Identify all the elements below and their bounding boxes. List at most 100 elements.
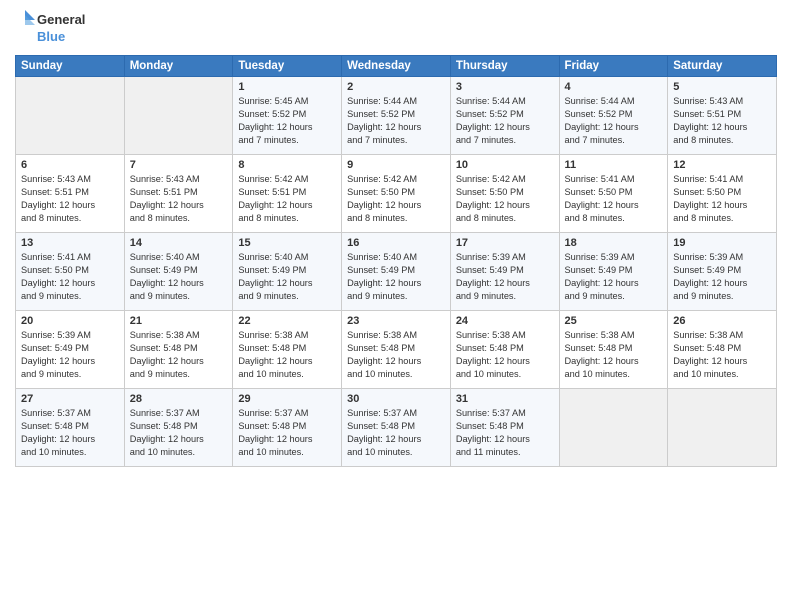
header-wednesday: Wednesday <box>342 56 451 77</box>
cell-w4-d5: 25 Sunrise: 5:38 AMSunset: 5:48 PMDayligh… <box>559 311 668 389</box>
header-row: SundayMondayTuesdayWednesdayThursdayFrid… <box>16 56 777 77</box>
day-number: 17 <box>456 237 554 249</box>
cell-w2-d6: 12 Sunrise: 5:41 AMSunset: 5:50 PMDayligh… <box>668 155 777 233</box>
day-number: 31 <box>456 393 554 405</box>
day-number: 11 <box>565 159 663 171</box>
day-number: 5 <box>673 81 771 93</box>
day-number: 14 <box>130 237 228 249</box>
cell-w2-d1: 7Sunrise: 5:43 AMSunset: 5:51 PMDaylight… <box>124 155 233 233</box>
day-number: 12 <box>673 159 771 171</box>
cell-w1-d6: 5 Sunrise: 5:43 AMSunset: 5:51 PMDaylight… <box>668 77 777 155</box>
week-row-2: 6Sunrise: 5:43 AMSunset: 5:51 PMDaylight… <box>16 155 777 233</box>
cell-info: Sunrise: 5:38 AMSunset: 5:48 PMDaylight:… <box>673 329 771 381</box>
week-row-5: 27 Sunrise: 5:37 AMSunset: 5:48 PMDayligh… <box>16 389 777 467</box>
cell-w5-d6 <box>668 389 777 467</box>
cell-info: Sunrise: 5:38 AMSunset: 5:48 PMDaylight:… <box>238 329 336 381</box>
cell-info: Sunrise: 5:40 AMSunset: 5:49 PMDaylight:… <box>238 251 336 303</box>
day-number: 15 <box>238 237 336 249</box>
page: General Blue SundayMondayTuesdayWednesda… <box>0 0 792 612</box>
header: General Blue <box>15 10 777 47</box>
day-number: 24 <box>456 315 554 327</box>
day-number: 3 <box>456 81 554 93</box>
day-number: 20 <box>21 315 119 327</box>
logo: General Blue <box>15 10 85 47</box>
day-number: 8 <box>238 159 336 171</box>
cell-info: Sunrise: 5:37 AMSunset: 5:48 PMDaylight:… <box>21 407 119 459</box>
cell-w2-d5: 11 Sunrise: 5:41 AMSunset: 5:50 PMDayligh… <box>559 155 668 233</box>
day-number: 30 <box>347 393 445 405</box>
cell-info: Sunrise: 5:41 AMSunset: 5:50 PMDaylight:… <box>673 173 771 225</box>
cell-w5-d0: 27 Sunrise: 5:37 AMSunset: 5:48 PMDayligh… <box>16 389 125 467</box>
cell-info: Sunrise: 5:44 AMSunset: 5:52 PMDaylight:… <box>347 95 445 147</box>
week-row-4: 20 Sunrise: 5:39 AMSunset: 5:49 PMDayligh… <box>16 311 777 389</box>
day-number: 29 <box>238 393 336 405</box>
day-number: 4 <box>565 81 663 93</box>
cell-w5-d3: 30 Sunrise: 5:37 AMSunset: 5:48 PMDayligh… <box>342 389 451 467</box>
calendar-table: SundayMondayTuesdayWednesdayThursdayFrid… <box>15 55 777 467</box>
cell-w4-d0: 20 Sunrise: 5:39 AMSunset: 5:49 PMDayligh… <box>16 311 125 389</box>
cell-w3-d1: 14 Sunrise: 5:40 AMSunset: 5:49 PMDayligh… <box>124 233 233 311</box>
day-number: 25 <box>565 315 663 327</box>
day-number: 16 <box>347 237 445 249</box>
header-tuesday: Tuesday <box>233 56 342 77</box>
cell-info: Sunrise: 5:43 AMSunset: 5:51 PMDaylight:… <box>673 95 771 147</box>
cell-info: Sunrise: 5:41 AMSunset: 5:50 PMDaylight:… <box>21 251 119 303</box>
cell-info: Sunrise: 5:39 AMSunset: 5:49 PMDaylight:… <box>456 251 554 303</box>
cell-info: Sunrise: 5:41 AMSunset: 5:50 PMDaylight:… <box>565 173 663 225</box>
day-number: 28 <box>130 393 228 405</box>
cell-info: Sunrise: 5:39 AMSunset: 5:49 PMDaylight:… <box>565 251 663 303</box>
cell-info: Sunrise: 5:44 AMSunset: 5:52 PMDaylight:… <box>565 95 663 147</box>
cell-w4-d6: 26Sunrise: 5:38 AMSunset: 5:48 PMDayligh… <box>668 311 777 389</box>
cell-w5-d1: 28 Sunrise: 5:37 AMSunset: 5:48 PMDayligh… <box>124 389 233 467</box>
cell-info: Sunrise: 5:37 AMSunset: 5:48 PMDaylight:… <box>347 407 445 459</box>
cell-w3-d2: 15 Sunrise: 5:40 AMSunset: 5:49 PMDayligh… <box>233 233 342 311</box>
day-number: 10 <box>456 159 554 171</box>
cell-w2-d2: 8Sunrise: 5:42 AMSunset: 5:51 PMDaylight… <box>233 155 342 233</box>
cell-info: Sunrise: 5:39 AMSunset: 5:49 PMDaylight:… <box>21 329 119 381</box>
day-number: 6 <box>21 159 119 171</box>
cell-info: Sunrise: 5:38 AMSunset: 5:48 PMDaylight:… <box>130 329 228 381</box>
cell-w2-d3: 9 Sunrise: 5:42 AMSunset: 5:50 PMDaylight… <box>342 155 451 233</box>
header-friday: Friday <box>559 56 668 77</box>
day-number: 23 <box>347 315 445 327</box>
cell-w3-d3: 16Sunrise: 5:40 AMSunset: 5:49 PMDayligh… <box>342 233 451 311</box>
cell-w4-d2: 22 Sunrise: 5:38 AMSunset: 5:48 PMDayligh… <box>233 311 342 389</box>
cell-w3-d6: 19 Sunrise: 5:39 AMSunset: 5:49 PMDayligh… <box>668 233 777 311</box>
logo-line1: General <box>37 12 85 28</box>
logo-svg <box>15 10 35 42</box>
cell-w5-d4: 31 Sunrise: 5:37 AMSunset: 5:48 PMDayligh… <box>450 389 559 467</box>
day-number: 13 <box>21 237 119 249</box>
cell-w4-d4: 24Sunrise: 5:38 AMSunset: 5:48 PMDayligh… <box>450 311 559 389</box>
cell-w3-d5: 18 Sunrise: 5:39 AMSunset: 5:49 PMDayligh… <box>559 233 668 311</box>
logo-line2: Blue <box>37 29 85 45</box>
cell-w1-d2: 1Sunrise: 5:45 AMSunset: 5:52 PMDaylight… <box>233 77 342 155</box>
cell-info: Sunrise: 5:42 AMSunset: 5:50 PMDaylight:… <box>347 173 445 225</box>
cell-info: Sunrise: 5:40 AMSunset: 5:49 PMDaylight:… <box>130 251 228 303</box>
header-sunday: Sunday <box>16 56 125 77</box>
day-number: 1 <box>238 81 336 93</box>
cell-info: Sunrise: 5:42 AMSunset: 5:50 PMDaylight:… <box>456 173 554 225</box>
header-monday: Monday <box>124 56 233 77</box>
week-row-1: 1Sunrise: 5:45 AMSunset: 5:52 PMDaylight… <box>16 77 777 155</box>
cell-w3-d4: 17 Sunrise: 5:39 AMSunset: 5:49 PMDayligh… <box>450 233 559 311</box>
cell-w5-d5 <box>559 389 668 467</box>
cell-w4-d1: 21Sunrise: 5:38 AMSunset: 5:48 PMDayligh… <box>124 311 233 389</box>
cell-w1-d0 <box>16 77 125 155</box>
cell-info: Sunrise: 5:44 AMSunset: 5:52 PMDaylight:… <box>456 95 554 147</box>
cell-info: Sunrise: 5:38 AMSunset: 5:48 PMDaylight:… <box>565 329 663 381</box>
header-thursday: Thursday <box>450 56 559 77</box>
cell-info: Sunrise: 5:37 AMSunset: 5:48 PMDaylight:… <box>130 407 228 459</box>
day-number: 18 <box>565 237 663 249</box>
cell-info: Sunrise: 5:37 AMSunset: 5:48 PMDaylight:… <box>456 407 554 459</box>
day-number: 22 <box>238 315 336 327</box>
day-number: 27 <box>21 393 119 405</box>
cell-w1-d5: 4 Sunrise: 5:44 AMSunset: 5:52 PMDaylight… <box>559 77 668 155</box>
cell-w2-d4: 10 Sunrise: 5:42 AMSunset: 5:50 PMDayligh… <box>450 155 559 233</box>
day-number: 19 <box>673 237 771 249</box>
cell-info: Sunrise: 5:39 AMSunset: 5:49 PMDaylight:… <box>673 251 771 303</box>
header-saturday: Saturday <box>668 56 777 77</box>
day-number: 9 <box>347 159 445 171</box>
cell-info: Sunrise: 5:38 AMSunset: 5:48 PMDaylight:… <box>347 329 445 381</box>
day-number: 7 <box>130 159 228 171</box>
cell-w3-d0: 13 Sunrise: 5:41 AMSunset: 5:50 PMDayligh… <box>16 233 125 311</box>
